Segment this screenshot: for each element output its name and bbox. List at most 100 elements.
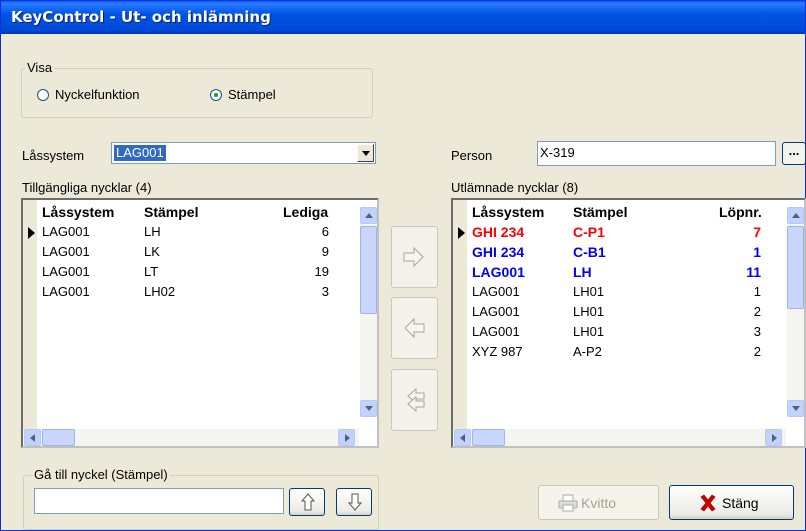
horizontal-scrollbar[interactable]: [453, 429, 786, 446]
cell-lopnr: 11: [746, 264, 761, 280]
table-row[interactable]: LAG001 LH01 2: [453, 302, 786, 322]
goto-down-button[interactable]: [336, 488, 372, 516]
table-row[interactable]: LAG001 LH02 3: [23, 282, 359, 302]
available-keys-grid[interactable]: Låssystem Stämpel Lediga LAG001 LH 6 LAG…: [21, 198, 379, 448]
cell-lediga: 3: [321, 284, 329, 299]
kvitto-label: Kvitto: [581, 495, 617, 511]
cell-lassystem: LAG001: [42, 244, 90, 259]
cell-lassystem: LAG001: [472, 304, 520, 319]
arrow-down-icon: [347, 493, 363, 511]
window-title: KeyControl - Ut- och inlämning: [11, 8, 271, 26]
chevron-left-icon: [30, 434, 35, 442]
scroll-right-button[interactable]: [765, 429, 782, 446]
move-left-button[interactable]: [391, 297, 438, 359]
column-header-lassystem[interactable]: Låssystem: [472, 204, 544, 220]
cell-lopnr: 2: [753, 344, 761, 359]
radio-checked-icon: [210, 88, 222, 101]
cell-lopnr: 2: [753, 304, 761, 319]
scroll-thumb[interactable]: [472, 429, 505, 446]
cell-lassystem: XYZ 987: [472, 344, 523, 359]
scroll-down-button[interactable]: [787, 400, 804, 417]
grid-header: Låssystem Stämpel Löpnr.: [453, 200, 786, 222]
cell-lassystem: GHI 234: [472, 244, 525, 260]
table-row[interactable]: LAG001 LH 11: [453, 262, 786, 282]
lent-keys-grid[interactable]: Låssystem Stämpel Löpnr. GHI 234 C-P1 7 …: [451, 198, 806, 448]
table-row[interactable]: XYZ 987 A-P2 2: [453, 342, 786, 362]
cell-stampel: C-B1: [573, 244, 606, 260]
table-row[interactable]: LAG001 LT 19: [23, 262, 359, 282]
lassystem-selected-value: LAG001: [114, 145, 166, 161]
goto-up-button[interactable]: [289, 488, 325, 516]
cell-stampel: LH02: [144, 284, 176, 299]
chevron-down-icon: [365, 406, 373, 411]
radio-label: Stämpel: [228, 87, 276, 102]
person-browse-button[interactable]: ...: [782, 142, 806, 165]
scroll-down-button[interactable]: [360, 400, 377, 417]
cell-lassystem: LAG001: [42, 284, 90, 299]
scroll-up-button[interactable]: [787, 207, 804, 224]
scroll-thumb[interactable]: [42, 429, 75, 446]
lent-keys-title: Utlämnade nycklar (8): [451, 180, 579, 195]
cell-stampel: LH01: [573, 304, 605, 319]
column-header-lediga[interactable]: Lediga: [283, 204, 328, 220]
scroll-thumb[interactable]: [360, 226, 377, 314]
chevron-left-icon: [460, 434, 465, 442]
scroll-right-button[interactable]: [338, 429, 355, 446]
lassystem-label: Låssystem: [22, 148, 85, 163]
cell-stampel: LT: [144, 264, 159, 279]
column-header-lassystem[interactable]: Låssystem: [42, 204, 114, 220]
cell-lopnr: 1: [753, 284, 761, 299]
dropdown-button[interactable]: [357, 144, 374, 162]
lassystem-dropdown[interactable]: LAG001: [111, 142, 376, 164]
scroll-left-button[interactable]: [24, 429, 41, 446]
current-row-indicator-icon: [458, 227, 465, 239]
scroll-left-button[interactable]: [454, 429, 471, 446]
person-label: Person: [451, 148, 493, 163]
table-row[interactable]: LAG001 LH01 1: [453, 282, 786, 302]
cell-lediga: 9: [321, 244, 329, 259]
vertical-scrollbar[interactable]: [787, 207, 804, 417]
chevron-up-icon: [365, 213, 373, 218]
column-header-stampel[interactable]: Stämpel: [573, 204, 627, 220]
cell-lassystem: LAG001: [472, 264, 525, 280]
cell-lediga: 19: [314, 264, 329, 279]
column-header-lopnr[interactable]: Löpnr.: [719, 204, 762, 220]
cell-lopnr: 1: [753, 244, 761, 260]
move-right-button[interactable]: [391, 226, 438, 288]
cell-lassystem: GHI 234: [472, 224, 525, 240]
cell-stampel: LK: [144, 244, 160, 259]
goto-input[interactable]: [34, 488, 284, 514]
radio-nyckelfunktion[interactable]: Nyckelfunktion: [37, 87, 140, 102]
goto-legend: Gå till nyckel (Stämpel): [32, 467, 170, 482]
chevron-down-icon: [792, 406, 800, 411]
scroll-up-button[interactable]: [360, 207, 377, 224]
person-input[interactable]: X-319: [537, 141, 776, 166]
table-row[interactable]: LAG001 LK 9: [23, 242, 359, 262]
close-x-icon: [700, 494, 716, 512]
cell-lassystem: LAG001: [472, 284, 520, 299]
horizontal-scrollbar[interactable]: [23, 429, 359, 446]
kvitto-button[interactable]: Kvitto: [538, 485, 659, 520]
chevron-up-icon: [792, 213, 800, 218]
chevron-right-icon: [772, 434, 777, 442]
scroll-thumb[interactable]: [787, 226, 804, 309]
table-row[interactable]: GHI 234 C-P1 7: [453, 222, 786, 242]
cell-stampel: LH01: [573, 324, 605, 339]
table-row[interactable]: LAG001 LH01 3: [453, 322, 786, 342]
printer-icon: [558, 494, 578, 512]
title-bar[interactable]: KeyControl - Ut- och inlämning: [1, 1, 805, 34]
visa-legend: Visa: [25, 60, 55, 75]
vertical-scrollbar[interactable]: [360, 207, 377, 417]
cell-stampel: LH: [144, 224, 161, 239]
radio-stampel[interactable]: Stämpel: [210, 87, 276, 102]
stang-button[interactable]: Stäng: [669, 485, 794, 520]
table-row[interactable]: GHI 234 C-B1 1: [453, 242, 786, 262]
table-row[interactable]: LAG001 LH 6: [23, 222, 359, 242]
radio-circle-icon: [37, 88, 49, 101]
chevron-right-icon: [345, 434, 350, 442]
column-header-stampel[interactable]: Stämpel: [144, 204, 198, 220]
arrow-up-icon: [300, 493, 316, 511]
move-all-left-button[interactable]: [391, 369, 438, 431]
arrow-right-icon: [403, 246, 424, 268]
current-row-indicator-icon: [28, 227, 35, 239]
